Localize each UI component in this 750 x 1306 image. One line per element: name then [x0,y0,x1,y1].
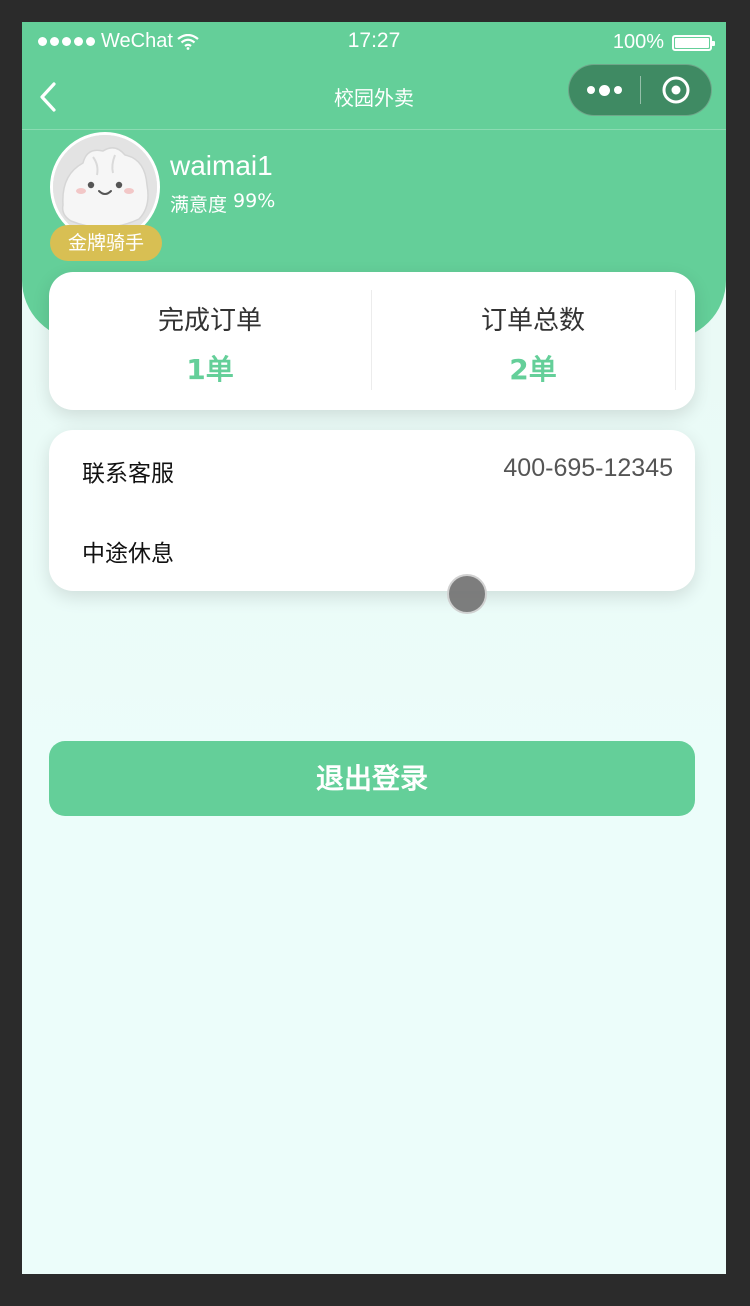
logout-button[interactable]: 退出登录 [49,741,695,816]
more-dots-icon [587,86,595,94]
stat-completed-orders[interactable]: 完成订单 1单 [49,272,371,410]
navigation-bar: 校园外卖 [22,62,726,130]
status-right: 100% [612,31,715,54]
phone-screen: WeChat 17:27 100% 校园外卖 金牌骑手 waimai1 满意度 … [22,22,726,1274]
stat-value: 1单 [186,353,234,386]
satisfaction-rating: 满意度 99% [170,190,275,217]
stat-total-orders[interactable]: 订单总数 2单 [372,272,694,410]
more-options-button[interactable] [569,65,640,115]
miniprogram-capsule [568,64,712,116]
battery-percent: 100% [612,31,664,53]
gold-rider-badge: 金牌骑手 [50,225,162,261]
stat-value: 2单 [509,353,557,386]
stat-label: 完成订单 [157,306,262,336]
menu-item-take-break[interactable]: 中途休息 [49,510,695,590]
order-stats-card: 完成订单 1单 订单总数 2单 [49,272,695,410]
status-bar: WeChat 17:27 100% [22,22,726,62]
close-miniprogram-button[interactable] [641,65,711,115]
stat-divider [675,290,676,390]
settings-menu-card: 联系客服 400-695-12345 中途休息 [49,430,695,591]
support-phone-number[interactable]: 400-695-12345 [503,454,673,483]
battery-icon [672,34,715,51]
satisfaction-value: 99% [233,190,276,212]
menu-item-label: 联系客服 [82,461,174,487]
satisfaction-label: 满意度 [170,194,228,216]
target-close-icon [662,76,690,104]
menu-item-label: 中途休息 [82,541,174,567]
bun-mascot-icon [53,135,157,239]
menu-item-contact-support[interactable]: 联系客服 400-695-12345 [49,430,695,510]
username: waimai1 [170,150,273,181]
touch-indicator [447,574,487,614]
stat-label: 订单总数 [480,306,585,336]
